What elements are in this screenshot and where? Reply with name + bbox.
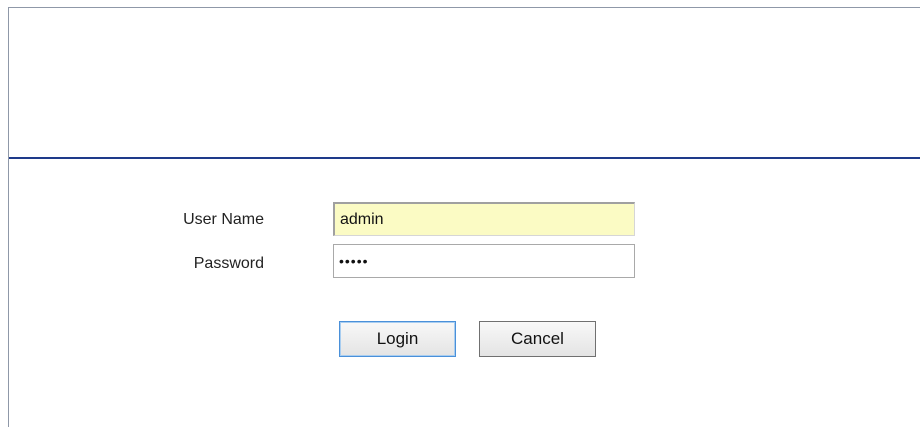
header-area: [9, 8, 920, 158]
password-label: Password: [193, 255, 264, 272]
username-input[interactable]: [333, 202, 635, 236]
login-button[interactable]: Login: [339, 321, 456, 357]
cancel-button[interactable]: Cancel: [479, 321, 596, 357]
password-input[interactable]: [333, 244, 635, 278]
header-divider: [9, 157, 920, 159]
username-label: User Name: [183, 211, 264, 228]
